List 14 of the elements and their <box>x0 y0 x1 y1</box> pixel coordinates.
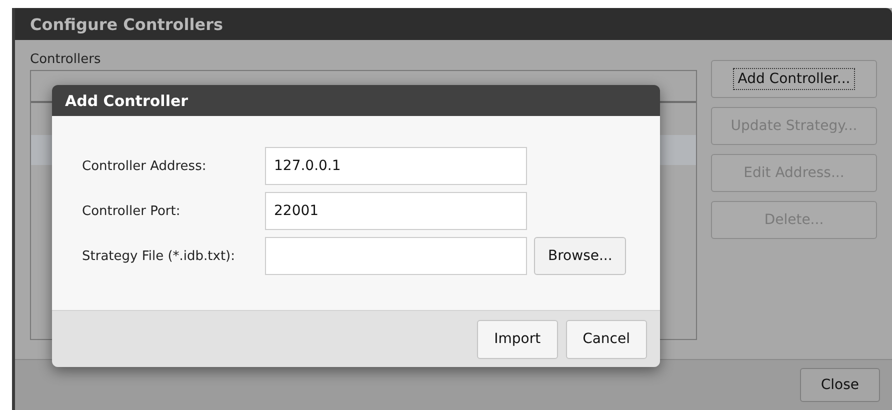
dialog-button[interactable]: Import <box>477 320 558 358</box>
side-button[interactable]: Add Controller... <box>711 60 877 98</box>
input-field[interactable]: 127.0.0.1 <box>265 147 527 185</box>
field-label: Controller Address: <box>82 158 208 174</box>
dialog-title: Add Controller <box>52 85 660 116</box>
field-label: Strategy File (*.idb.txt): <box>82 248 236 264</box>
input-field[interactable]: 22001 <box>265 192 527 230</box>
field-label: Controller Port: <box>82 204 182 218</box>
input-field[interactable] <box>265 237 527 275</box>
close-button[interactable]: Close <box>800 368 880 402</box>
browse-button[interactable]: Browse... <box>534 237 626 275</box>
controllers-label: Controllers <box>30 52 102 69</box>
dialog-button[interactable]: Cancel <box>566 320 647 358</box>
window-title: Configure Controllers <box>15 8 892 40</box>
